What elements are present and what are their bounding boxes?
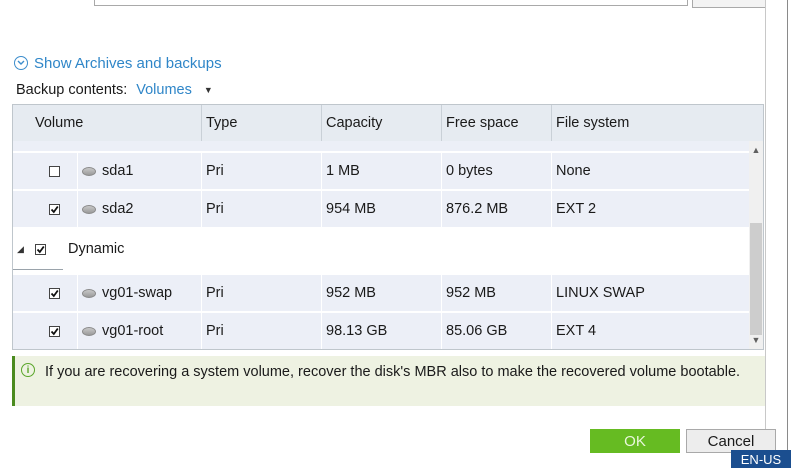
vertical-scrollbar[interactable]: ▲ ▼ xyxy=(749,141,763,349)
free-space-cell: 0 bytes xyxy=(441,153,548,189)
table-row[interactable]: sda2 Pri 954 MB 876.2 MB EXT 2 xyxy=(13,191,749,228)
info-message-box: i If you are recovering a system volume,… xyxy=(12,356,765,406)
volume-name: vg01-swap xyxy=(102,285,173,301)
row-checkbox[interactable] xyxy=(49,275,60,311)
column-header-capacity[interactable]: Capacity xyxy=(321,105,382,141)
table-row[interactable]: vg01-root Pri 98.13 GB 85.06 GB EXT 4 xyxy=(13,313,749,349)
show-archives-link[interactable]: Show Archives and backups xyxy=(14,53,222,73)
volume-icon xyxy=(82,166,96,176)
top-browse-button[interactable] xyxy=(692,0,766,8)
capacity-cell: 1 MB xyxy=(321,153,438,189)
group-checkbox[interactable] xyxy=(35,229,46,269)
table-header: Volume Type Capacity Free space File sys… xyxy=(13,105,763,142)
checkbox-checked[interactable] xyxy=(49,325,60,337)
window-border xyxy=(787,0,788,468)
column-header-volume[interactable]: Volume xyxy=(35,105,83,141)
free-space-cell: 952 MB xyxy=(441,275,548,311)
volume-icon xyxy=(82,288,96,298)
volume-cell: vg01-swap xyxy=(77,275,202,311)
checkbox-unchecked[interactable] xyxy=(49,165,60,177)
volume-table: Volume Type Capacity Free space File sys… xyxy=(12,104,764,350)
capacity-cell: 98.13 GB xyxy=(321,313,438,349)
volume-name: vg01-root xyxy=(102,323,164,339)
scroll-up-icon[interactable]: ▲ xyxy=(749,143,763,157)
checkbox-checked[interactable] xyxy=(49,203,60,215)
show-archives-label: Show Archives and backups xyxy=(34,54,222,72)
column-header-file-system[interactable]: File system xyxy=(551,105,629,141)
table-row-partial xyxy=(13,141,749,153)
checkbox-checked[interactable] xyxy=(49,287,60,299)
volume-name: sda2 xyxy=(102,201,134,217)
type-cell: Pri xyxy=(201,191,318,227)
group-label: Dynamic xyxy=(68,241,125,257)
file-system-cell: EXT 2 xyxy=(551,191,746,227)
group-divider xyxy=(13,269,63,270)
language-indicator[interactable]: EN-US xyxy=(731,450,791,468)
row-checkbox[interactable] xyxy=(49,191,60,227)
column-header-type[interactable]: Type xyxy=(201,105,237,141)
backup-contents: Backup contents: Volumes ▼ xyxy=(16,80,213,100)
free-space-cell: 85.06 GB xyxy=(441,313,548,349)
expand-triangle-icon[interactable]: ◢ xyxy=(17,229,24,269)
capacity-cell: 954 MB xyxy=(321,191,438,227)
file-system-cell: EXT 4 xyxy=(551,313,746,349)
chevron-down-circle-icon xyxy=(14,56,28,70)
dropdown-arrow-icon[interactable]: ▼ xyxy=(204,85,213,95)
capacity-cell: 952 MB xyxy=(321,275,438,311)
scroll-down-icon[interactable]: ▼ xyxy=(749,333,763,347)
info-icon: i xyxy=(21,363,35,377)
scrollbar-thumb[interactable] xyxy=(750,223,762,335)
free-space-cell: 876.2 MB xyxy=(441,191,548,227)
table-row[interactable]: sda1 Pri 1 MB 0 bytes None xyxy=(13,153,749,190)
ok-button[interactable]: OK xyxy=(590,429,680,453)
table-row[interactable]: vg01-swap Pri 952 MB 952 MB LINUX SWAP xyxy=(13,275,749,312)
volume-cell: sda2 xyxy=(77,191,202,227)
type-cell: Pri xyxy=(201,153,318,189)
type-cell: Pri xyxy=(201,275,318,311)
volume-cell: vg01-root xyxy=(77,313,202,349)
volume-icon xyxy=(82,326,96,336)
file-system-cell: LINUX SWAP xyxy=(551,275,746,311)
group-row-dynamic[interactable]: ◢ Dynamic xyxy=(13,229,749,270)
volume-cell: sda1 xyxy=(77,153,202,189)
volume-name: sda1 xyxy=(102,163,134,179)
row-checkbox[interactable] xyxy=(49,313,60,349)
backup-contents-label: Backup contents: xyxy=(16,82,128,98)
info-message-text: If you are recovering a system volume, r… xyxy=(45,364,741,380)
file-system-cell: None xyxy=(551,153,746,189)
column-header-free-space[interactable]: Free space xyxy=(441,105,519,141)
volume-icon xyxy=(82,204,96,214)
top-input-field[interactable] xyxy=(94,0,688,6)
row-checkbox[interactable] xyxy=(49,153,60,189)
panel-divider xyxy=(765,0,766,468)
type-cell: Pri xyxy=(201,313,318,349)
checkbox-checked[interactable] xyxy=(35,243,46,255)
backup-contents-dropdown[interactable]: Volumes xyxy=(136,82,192,98)
